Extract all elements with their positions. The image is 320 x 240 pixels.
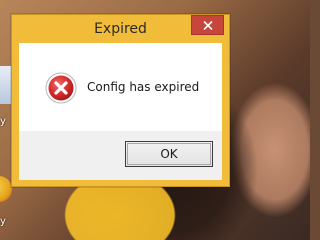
close-button[interactable] (191, 15, 224, 35)
error-message: Config has expired (87, 80, 200, 94)
message-area: Config has expired (19, 43, 222, 131)
button-bar: OK (19, 131, 222, 180)
ok-button[interactable]: OK (125, 141, 213, 167)
close-icon (203, 21, 213, 30)
error-icon (45, 72, 77, 104)
desktop-shortcut-label: y (0, 216, 6, 227)
title-bar[interactable]: Expired (12, 15, 229, 44)
dialog-body: Config has expired OK (19, 43, 222, 180)
expired-dialog: Expired Config has expired OK (11, 14, 230, 187)
